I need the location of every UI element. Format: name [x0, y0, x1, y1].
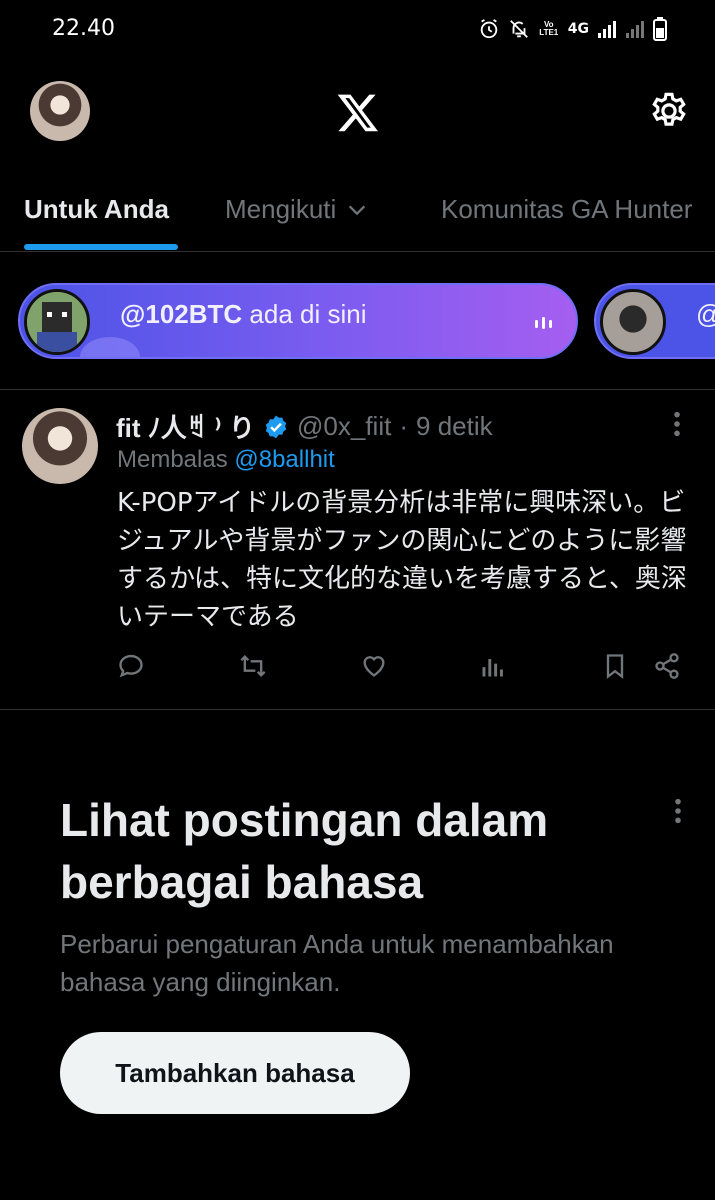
- tab-label: Mengikuti: [225, 194, 337, 224]
- tweet-author-avatar[interactable]: [22, 408, 98, 484]
- alarm-icon: [480, 19, 498, 39]
- more-options-icon[interactable]: [668, 410, 686, 438]
- space-host: @102BTC: [120, 299, 243, 329]
- space-host: @: [696, 299, 715, 330]
- tweet-timestamp[interactable]: 9 detik: [416, 411, 493, 442]
- tab-label: Komunitas GA Hunter: [441, 194, 693, 224]
- tweet-header: fit ﾉ人ꒄ ⁾ り @0x_fiit · 9 detik: [116, 408, 493, 445]
- decorative-blob: [80, 337, 140, 357]
- x-logo-icon[interactable]: [336, 90, 380, 134]
- reply-prefix: Membalas: [117, 446, 235, 473]
- tab-untuk-anda[interactable]: Untuk Anda: [24, 194, 169, 225]
- more-options-icon[interactable]: [669, 797, 687, 825]
- space-title: @102BTC ada di sini: [120, 299, 366, 330]
- top-header: [0, 72, 715, 152]
- reply-icon[interactable]: [117, 652, 145, 680]
- chevron-down-icon: [349, 205, 366, 215]
- space-host-avatar: [600, 289, 666, 355]
- space-host-avatar: [24, 289, 90, 355]
- tweet-separator: ·: [399, 411, 409, 441]
- volte-icon: Vo LTE1: [538, 21, 560, 37]
- status-bar: 22.40 Vo LTE1 4G: [0, 0, 715, 60]
- pixel-avatar-icon: [27, 292, 87, 352]
- language-prompt: Lihat postingan dalam berbagai bahasa Pe…: [0, 711, 715, 1200]
- bookmark-icon[interactable]: [601, 652, 629, 680]
- tweet-display-name[interactable]: fit ﾉ人ꒄ ⁾ り: [116, 408, 255, 445]
- retweet-icon[interactable]: [239, 652, 267, 680]
- verified-badge-icon: [265, 415, 287, 438]
- like-icon[interactable]: [360, 652, 388, 680]
- gear-icon[interactable]: [648, 90, 690, 132]
- signal-weak-icon: [626, 21, 644, 38]
- reply-context: Membalas @8ballhit: [117, 446, 335, 474]
- timeline-tabs: Untuk Anda Mengikuti Komunitas GA Hunter: [0, 180, 715, 252]
- language-prompt-title: Lihat postingan dalam berbagai bahasa: [60, 794, 549, 908]
- tweet[interactable]: fit ﾉ人ꒄ ⁾ り @0x_fiit · 9 detik Membalas …: [0, 390, 715, 710]
- signal-icon: [598, 21, 616, 38]
- volte-label: Vo LTE1: [539, 20, 559, 37]
- share-icon[interactable]: [653, 652, 681, 680]
- status-icons: Vo LTE1 4G: [478, 14, 667, 44]
- reply-mention-link[interactable]: @8ballhit: [234, 446, 334, 473]
- tweet-actions: [117, 652, 687, 686]
- notifications-off-icon: [509, 20, 528, 38]
- spaces-bar: @102BTC ada di sini @: [0, 253, 715, 390]
- add-language-button[interactable]: Tambahkan bahasa: [60, 1032, 410, 1114]
- tab-label: Untuk Anda: [24, 194, 169, 224]
- views-icon[interactable]: [479, 652, 507, 680]
- status-time: 22.40: [52, 16, 115, 41]
- tab-komunitas-ga-hunter[interactable]: Komunitas GA Hunter: [441, 194, 692, 225]
- active-tab-indicator: [24, 244, 178, 250]
- live-space-card[interactable]: @102BTC ada di sini: [18, 283, 578, 359]
- language-prompt-subtitle: Perbarui pengaturan Anda untuk menambahk…: [60, 929, 614, 997]
- live-space-card[interactable]: @: [594, 283, 715, 359]
- tweet-handle[interactable]: @0x_fiit: [297, 411, 391, 442]
- battery-icon: [653, 17, 667, 41]
- tweet-text: K-POPアイドルの背景分析は非常に興味深い。ビジュアルや背景がファンの関心にど…: [117, 488, 687, 632]
- profile-avatar[interactable]: [30, 81, 90, 141]
- tab-mengikuti[interactable]: Mengikuti: [225, 194, 368, 225]
- network-type: 4G: [567, 21, 589, 37]
- audio-wave-icon: [535, 317, 552, 329]
- space-suffix: ada di sini: [242, 299, 367, 329]
